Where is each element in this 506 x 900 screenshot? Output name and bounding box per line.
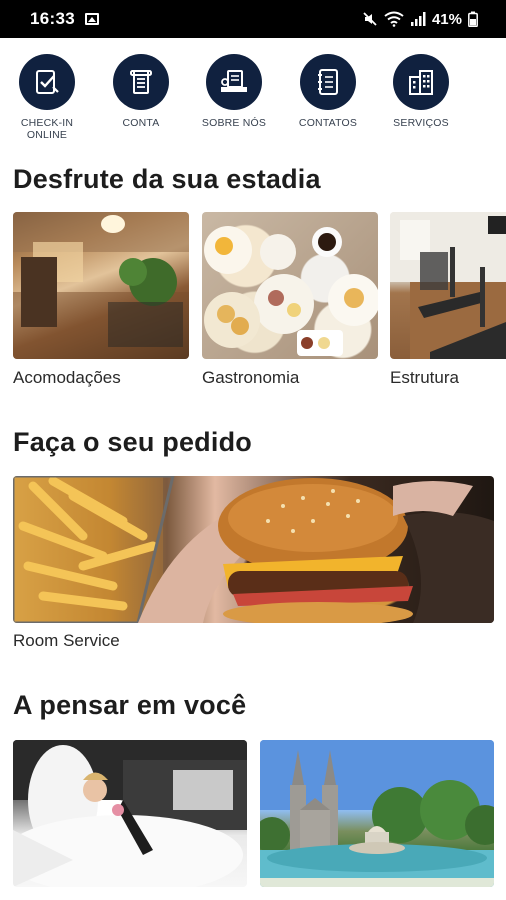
status-icons: 41% — [362, 11, 478, 28]
account-button[interactable]: CONTA — [106, 54, 176, 129]
status-bar: 16:33 41% — [0, 0, 506, 38]
gastronomy-label: Gastronomia — [202, 368, 300, 387]
accommodations-label: Acomodações — [13, 368, 121, 387]
contacts-button[interactable]: CONTATOS — [293, 54, 363, 129]
about-us-label: SOBRE NÓS — [201, 117, 267, 129]
battery-icon — [468, 11, 478, 27]
building-icon — [393, 54, 449, 110]
church-card[interactable] — [260, 740, 494, 887]
room-service-card[interactable] — [13, 476, 494, 623]
about-us-button[interactable]: SOBRE NÓS — [199, 54, 269, 129]
mute-icon — [363, 12, 377, 26]
accommodations-card[interactable] — [13, 212, 189, 359]
wifi-icon — [384, 11, 404, 27]
quick-actions-bar: CHECK-IN ONLINE CONTA SOBRE NÓS CONTATOS… — [0, 54, 506, 146]
services-button[interactable]: SERVIÇOS — [386, 54, 456, 129]
gym-photo — [390, 212, 506, 359]
bill-icon — [113, 54, 169, 110]
status-time: 16:33 — [30, 9, 75, 28]
structure-card[interactable] — [390, 212, 506, 359]
enjoy-section-title: Desfrute da sua estadia — [13, 164, 321, 194]
gallery-notification-icon — [84, 13, 99, 25]
order-section-title: Faça o seu pedido — [13, 427, 252, 457]
gastronomy-card[interactable] — [202, 212, 378, 359]
wedding-card[interactable] — [13, 740, 247, 887]
church-photo — [260, 740, 494, 887]
battery-percent: 41% — [431, 10, 462, 28]
services-label: SERVIÇOS — [393, 117, 449, 129]
room-photo — [13, 212, 189, 359]
account-label: CONTA — [122, 117, 160, 129]
contacts-label: CONTATOS — [298, 117, 358, 129]
checkin-label: CHECK-IN ONLINE — [20, 117, 74, 141]
checkin-icon — [19, 54, 75, 110]
burger-photo — [13, 476, 494, 623]
contacts-book-icon — [300, 54, 356, 110]
structure-label: Estrutura — [390, 368, 459, 387]
thinking-section-title: A pensar em você — [13, 690, 247, 720]
room-service-label: Room Service — [13, 631, 120, 650]
checkin-online-button[interactable]: CHECK-IN ONLINE — [12, 54, 82, 141]
food-photo — [204, 226, 378, 356]
wedding-photo — [13, 740, 247, 887]
hotel-desk-icon — [206, 54, 262, 110]
signal-icon — [410, 12, 426, 26]
